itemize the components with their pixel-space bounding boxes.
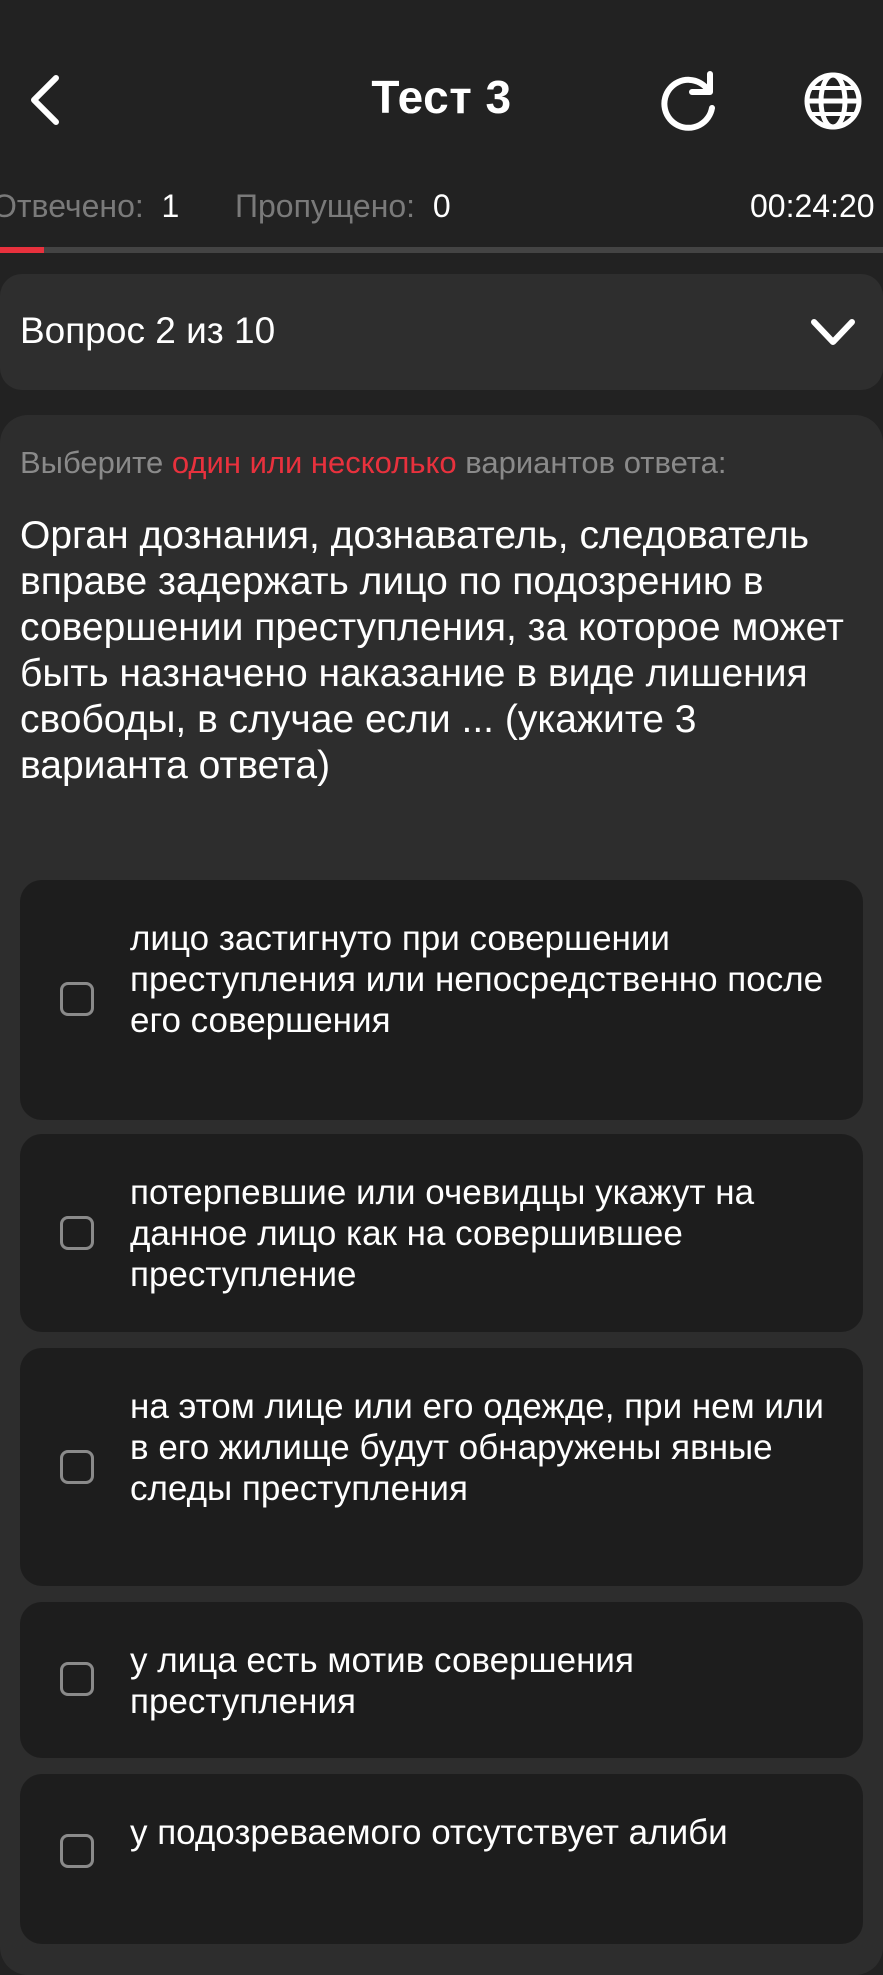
option-text: у подозреваемого отсутствует алиби bbox=[130, 1813, 728, 1852]
reload-icon bbox=[661, 71, 715, 131]
chevron-down-icon bbox=[811, 319, 855, 345]
answered-counter: Отвечено: 1 bbox=[0, 188, 179, 225]
option-checkbox[interactable] bbox=[60, 1450, 94, 1484]
skipped-label: Пропущено: bbox=[235, 188, 416, 224]
answer-option[interactable]: у лица есть мотив совершения преступлени… bbox=[20, 1602, 863, 1758]
progress-fill bbox=[0, 247, 45, 253]
reload-button[interactable] bbox=[656, 68, 722, 134]
skipped-counter: Пропущено: 0 bbox=[235, 188, 451, 225]
question-selector[interactable]: Вопрос 2 из 10 bbox=[0, 274, 883, 390]
option-text: на этом лице или его одежде, при нем или… bbox=[130, 1387, 824, 1508]
answer-option[interactable]: лицо застигнуто при совершении преступле… bbox=[20, 880, 863, 1120]
instruction-prefix: Выберите bbox=[20, 445, 172, 480]
option-checkbox[interactable] bbox=[60, 1216, 94, 1250]
progress-bar bbox=[0, 247, 883, 253]
stats-row: Отвечено: 1 Пропущено: 0 00:24:20 bbox=[0, 188, 883, 228]
answered-value: 1 bbox=[161, 188, 180, 224]
top-bar: Тест 3 bbox=[0, 0, 883, 200]
answer-option[interactable]: потерпевшие или очевидцы укажут на данно… bbox=[20, 1134, 863, 1332]
instruction-suffix: вариантов ответа: bbox=[456, 445, 727, 480]
question-text: Орган дознания, дознаватель, следователь… bbox=[20, 514, 844, 787]
question-number: Вопрос 2 из 10 bbox=[20, 310, 276, 351]
option-checkbox[interactable] bbox=[60, 1834, 94, 1868]
answered-label: Отвечено: bbox=[0, 188, 144, 224]
globe-icon bbox=[804, 72, 862, 130]
option-text: потерпевшие или очевидцы укажут на данно… bbox=[130, 1173, 755, 1294]
instruction-accent: один или несколько bbox=[171, 445, 457, 480]
skipped-value: 0 bbox=[432, 188, 451, 224]
answer-option[interactable]: у подозреваемого отсутствует алиби bbox=[20, 1774, 863, 1944]
option-text: у лица есть мотив совершения преступлени… bbox=[130, 1641, 634, 1721]
option-checkbox[interactable] bbox=[60, 1662, 94, 1696]
option-text: лицо застигнуто при совершении преступле… bbox=[130, 919, 824, 1040]
answer-instruction: Выберите один или несколько вариантов от… bbox=[20, 445, 727, 481]
language-button[interactable] bbox=[800, 68, 866, 134]
option-checkbox[interactable] bbox=[60, 982, 94, 1016]
timer: 00:24:20 bbox=[750, 188, 875, 224]
page-title: Тест 3 bbox=[371, 71, 512, 123]
answer-option[interactable]: на этом лице или его одежде, при нем или… bbox=[20, 1348, 863, 1586]
